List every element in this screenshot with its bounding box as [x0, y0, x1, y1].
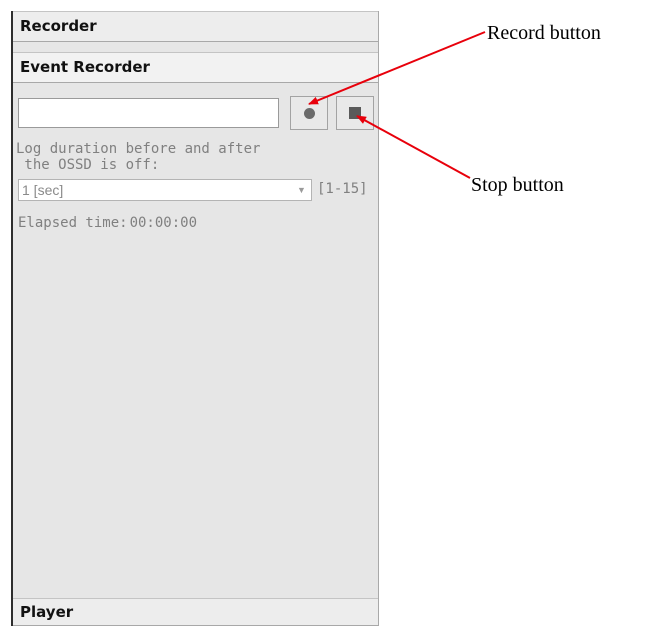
- callout-arrows: [308, 31, 486, 179]
- record-callout-arrow: [308, 31, 486, 105]
- stop-callout-arrow: [356, 115, 471, 179]
- record-button-callout: Record button: [487, 22, 601, 44]
- stop-button-callout: Stop button: [471, 174, 564, 196]
